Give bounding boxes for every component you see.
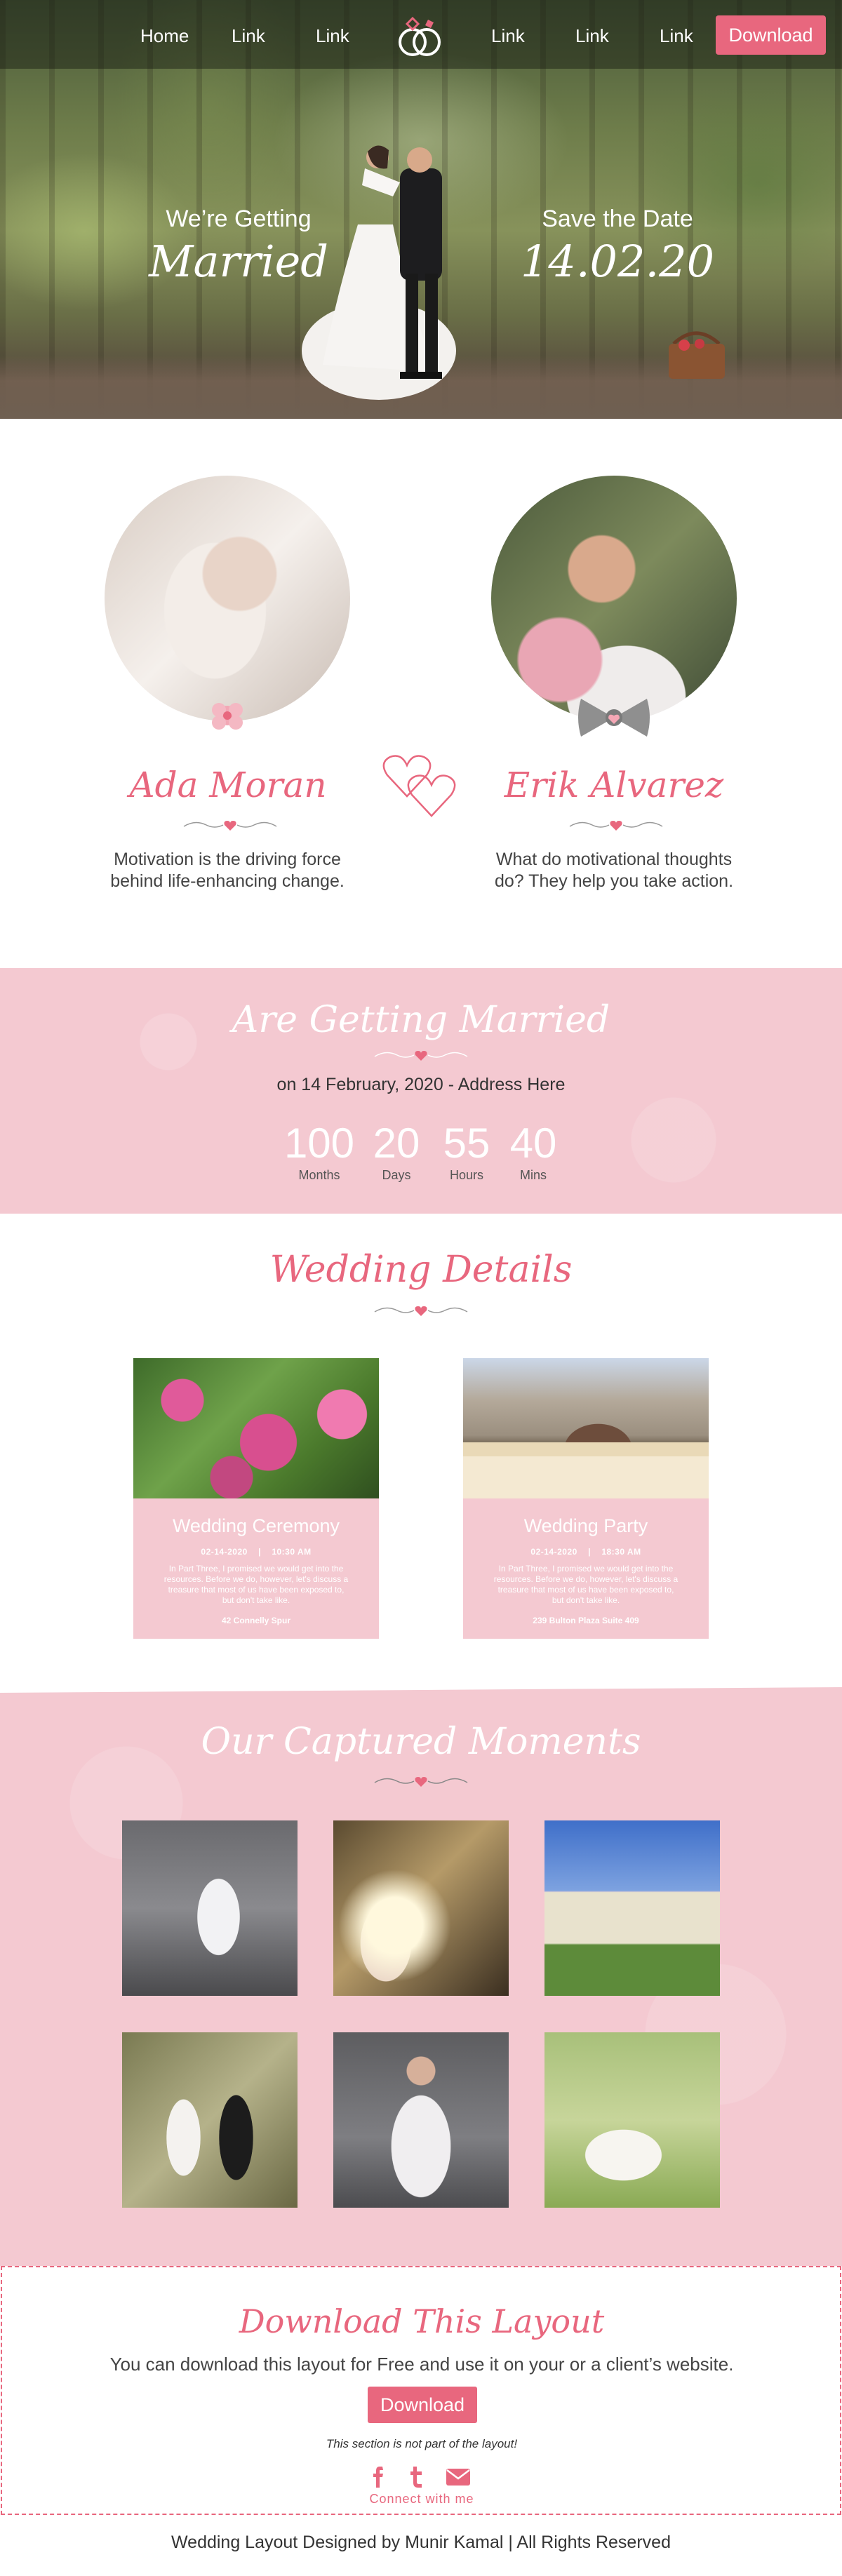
- countdown-hours-label: Hours: [449, 1168, 483, 1182]
- hero-save-the-date: Save the Date 14.02.20: [519, 206, 716, 287]
- party-time: 18:30 AM: [601, 1547, 641, 1557]
- moment-photo-couple-garden: [122, 2032, 298, 2208]
- countdown-title: Are Getting Married: [232, 999, 610, 1041]
- countdown-mins-value: 40: [509, 1120, 557, 1167]
- hero-getting-married: We’re Getting Married: [137, 206, 340, 287]
- nav-home[interactable]: Home: [140, 25, 189, 47]
- party-photo: [463, 1358, 709, 1498]
- countdown-months-label: Months: [298, 1168, 340, 1182]
- party-datetime: 02-14-2020 | 18:30 AM: [530, 1547, 641, 1557]
- nav-link-1[interactable]: Link: [232, 25, 265, 47]
- hero-right-small: Save the Date: [542, 206, 693, 232]
- nav-link-3[interactable]: Link: [491, 25, 525, 47]
- facebook-icon[interactable]: [366, 2462, 394, 2490]
- ceremony-date: 02-14-2020: [201, 1547, 248, 1557]
- ceremony-photo: [133, 1358, 379, 1498]
- heart-divider-icon: [374, 1306, 468, 1316]
- download-section: Download This Layout You can download th…: [1, 2266, 841, 2515]
- party-address: 239 Bulton Plaza Suite 409: [533, 1616, 639, 1625]
- nav-download-button[interactable]: Download: [716, 15, 826, 55]
- flower-icon: [212, 703, 243, 730]
- party-title: Wedding Party: [523, 1515, 648, 1536]
- countdown-months-value: 100: [283, 1120, 355, 1167]
- ceremony-card-body: Wedding Ceremony 02-14-2020 | 10:30 AM I…: [133, 1498, 379, 1639]
- nav-link-4[interactable]: Link: [575, 25, 609, 47]
- countdown-mins-label: Mins: [519, 1168, 547, 1182]
- download-note: This section is not part of the layout!: [326, 2437, 518, 2450]
- moment-photo-kiss: [333, 1820, 509, 1996]
- hero-right-big: 14.02.20: [520, 236, 715, 287]
- ceremony-card: Wedding Ceremony 02-14-2020 | 10:30 AM I…: [133, 1358, 379, 1639]
- groom-portrait: [491, 476, 737, 721]
- party-date: 02-14-2020: [530, 1547, 577, 1557]
- connect-label: Connect with me: [369, 2492, 474, 2506]
- hero-section: Home Link Link Link Link Link Download W…: [0, 0, 842, 419]
- moments-section: Our Captured Moments: [0, 1687, 842, 2266]
- wedding-rings-icon[interactable]: [393, 10, 446, 63]
- ceremony-datetime: 02-14-2020 | 10:30 AM: [201, 1547, 312, 1557]
- party-card: Wedding Party 02-14-2020 | 18:30 AM In P…: [463, 1358, 709, 1639]
- bride-portrait: [105, 476, 350, 721]
- heart-divider-icon: [374, 1777, 468, 1787]
- hearts-icon: [382, 755, 456, 817]
- ceremony-text: In Part Three, I promised we would get i…: [163, 1564, 349, 1605]
- party-text: In Part Three, I promised we would get i…: [493, 1564, 679, 1605]
- download-button[interactable]: Download: [368, 2387, 477, 2423]
- hero-left-small: We’re Getting: [166, 206, 312, 232]
- party-card-body: Wedding Party 02-14-2020 | 18:30 AM In P…: [463, 1498, 709, 1639]
- ceremony-time: 10:30 AM: [272, 1547, 312, 1557]
- moment-photo-stairs: [122, 1820, 298, 1996]
- download-title: Download This Layout: [239, 2302, 605, 2340]
- bride-quote: Motivation is the driving force behind l…: [110, 850, 345, 891]
- footer-text: Wedding Layout Designed by Munir Kamal |…: [171, 2533, 671, 2552]
- ceremony-address: 42 Connelly Spur: [221, 1616, 291, 1625]
- picnic-basket: [669, 331, 725, 379]
- top-navbar: Home Link Link Link Link Link Download: [0, 0, 842, 69]
- nav-link-5[interactable]: Link: [660, 25, 693, 47]
- ceremony-title: Wedding Ceremony: [172, 1515, 340, 1536]
- moments-title: Our Captured Moments: [201, 1721, 641, 1763]
- nav-link-2[interactable]: Link: [316, 25, 349, 47]
- moment-photo-bride-grass: [544, 2032, 720, 2208]
- heart-divider-icon: [374, 1051, 468, 1061]
- groom-name: Erik Alvarez: [504, 765, 724, 805]
- countdown-hours-value: 55: [443, 1120, 490, 1167]
- download-text: You can download this layout for Free an…: [109, 2354, 734, 2375]
- countdown-days-value: 20: [373, 1120, 420, 1167]
- moment-photo-castle: [544, 1820, 720, 1996]
- envelope-icon[interactable]: [444, 2462, 472, 2490]
- heart-divider-icon: [569, 821, 663, 831]
- hero-left-big: Married: [149, 236, 328, 287]
- heart-divider-icon: [183, 821, 277, 831]
- details-title: Wedding Details: [269, 1249, 573, 1291]
- bowtie-icon: [578, 699, 650, 737]
- moment-photo-bride-veil: [333, 2032, 509, 2208]
- bride-name: Ada Moran: [129, 765, 327, 805]
- twitter-icon[interactable]: [403, 2462, 431, 2490]
- countdown-subtitle: on 14 February, 2020 - Address Here: [276, 1075, 566, 1094]
- countdown-section: Are Getting Married on 14 February, 2020…: [0, 968, 842, 1214]
- groom-quote: What do motivational thoughts do? They h…: [494, 850, 734, 891]
- countdown-days-label: Days: [382, 1168, 411, 1182]
